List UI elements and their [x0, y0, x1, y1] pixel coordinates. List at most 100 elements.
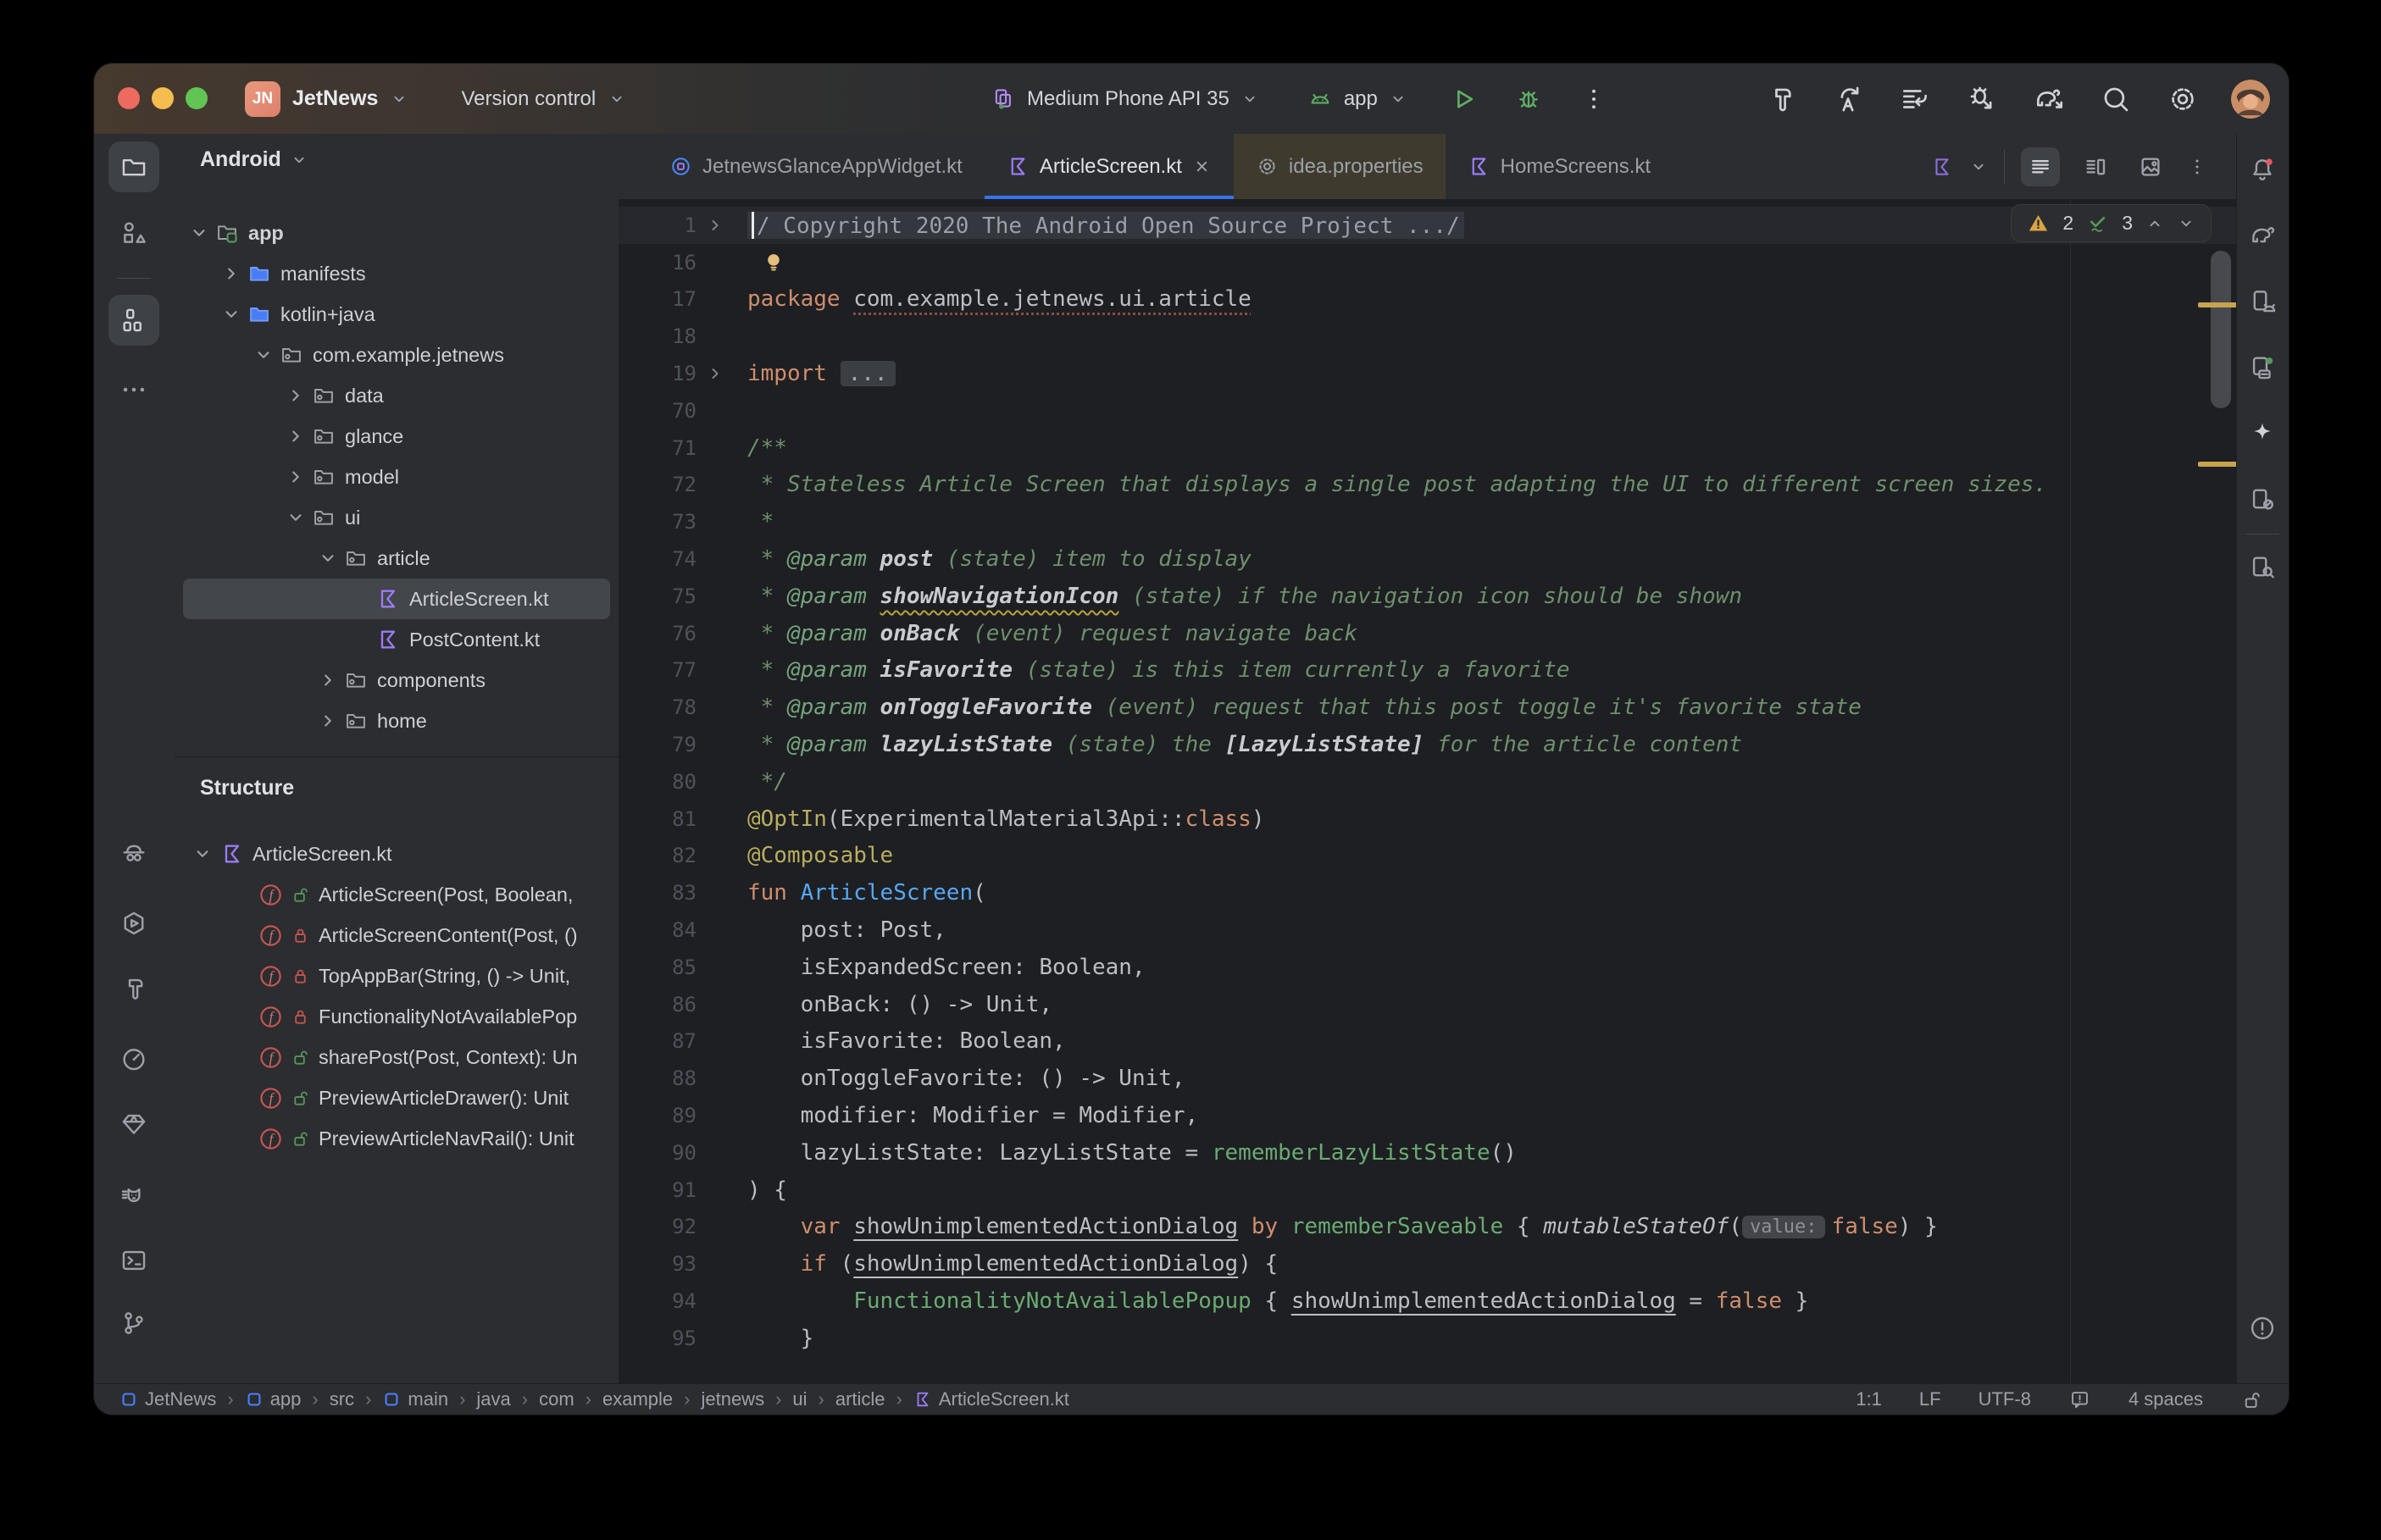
chevron-right-icon[interactable]	[317, 710, 339, 732]
line-number[interactable]: 89	[619, 1104, 697, 1127]
line-number[interactable]: 81	[619, 807, 697, 831]
chevron-down-icon[interactable]	[317, 547, 339, 569]
line-number[interactable]: 92	[619, 1215, 697, 1238]
file-encoding[interactable]: UTF-8	[1979, 1388, 2031, 1410]
version-control-menu[interactable]: Version control	[461, 87, 596, 111]
line-separator[interactable]: LF	[1919, 1388, 1941, 1410]
previous-problem-button[interactable]	[2145, 214, 2164, 233]
panel-divider[interactable]	[175, 756, 619, 757]
problems-button[interactable]	[2237, 1303, 2288, 1354]
tab-HomeScreens.kt[interactable]: HomeScreens.kt	[1446, 134, 1673, 199]
line-number[interactable]: 91	[619, 1178, 697, 1202]
fold-chevron-icon[interactable]	[705, 363, 725, 384]
logcat-tool-button[interactable]	[108, 1171, 159, 1221]
tree-item-manifests[interactable]: manifests	[175, 253, 619, 294]
hidden-tabs-dropdown[interactable]	[1969, 158, 1988, 176]
unlocked-icon[interactable]	[2240, 1388, 2263, 1411]
chevron-down-icon[interactable]	[220, 303, 242, 325]
chevron-down-icon[interactable]	[191, 843, 214, 865]
line-number[interactable]: 18	[619, 324, 697, 348]
breadcrumb-app[interactable]: app	[245, 1388, 302, 1410]
notifications-button[interactable]	[2237, 144, 2288, 195]
tree-item-kotlin+java[interactable]: kotlin+java	[175, 294, 619, 335]
line-number[interactable]: 85	[619, 956, 697, 979]
warning-stripe-mark[interactable]	[2198, 462, 2237, 467]
structure-item[interactable]: fTopAppBar(String, () -> Unit,	[175, 956, 619, 996]
chevron-right-icon[interactable]	[317, 669, 339, 691]
maximize-window-button[interactable]	[186, 87, 208, 109]
line-number[interactable]: 86	[619, 993, 697, 1017]
gemini-button[interactable]	[2237, 408, 2288, 459]
gradle-sync-button[interactable]	[2033, 83, 2065, 115]
apply-changes-button[interactable]	[1832, 83, 1864, 115]
search-everywhere-button[interactable]	[2100, 83, 2132, 115]
tab-ArticleScreen.kt[interactable]: ArticleScreen.kt	[985, 134, 1234, 199]
project-name-menu[interactable]: JetNews	[292, 86, 378, 111]
design-view-button[interactable]	[2131, 147, 2170, 186]
attach-debugger-button[interactable]	[1966, 83, 1998, 115]
line-number[interactable]: 74	[619, 547, 697, 571]
structure-tool-button[interactable]	[108, 295, 159, 346]
terminal-tool-button[interactable]	[108, 1235, 159, 1286]
breadcrumb-main[interactable]: main	[382, 1388, 448, 1410]
line-number[interactable]: 16	[619, 251, 697, 274]
split-view-button[interactable]	[2076, 147, 2115, 186]
breadcrumb-src[interactable]: src	[330, 1388, 354, 1410]
line-number[interactable]: 77	[619, 658, 697, 682]
apply-code-changes-button[interactable]	[1899, 83, 1931, 115]
line-number[interactable]: 80	[619, 770, 697, 794]
user-avatar[interactable]	[2231, 80, 2270, 119]
intention-bulb-icon[interactable]	[761, 250, 786, 275]
code-view-button[interactable]	[2021, 147, 2060, 186]
chevron-right-icon[interactable]	[285, 466, 307, 488]
editor-scrollbar[interactable]	[2211, 251, 2231, 408]
breadcrumb-ui[interactable]: ui	[792, 1388, 807, 1410]
line-number[interactable]: 82	[619, 844, 697, 867]
chevron-down-icon[interactable]	[285, 507, 307, 529]
structure-root[interactable]: ArticleScreen.kt	[175, 834, 619, 874]
tree-item-ui[interactable]: ui	[175, 497, 619, 538]
minimize-window-button[interactable]	[152, 87, 174, 109]
next-problem-button[interactable]	[2177, 214, 2195, 233]
line-number[interactable]: 71	[619, 436, 697, 460]
line-number[interactable]: 76	[619, 622, 697, 645]
line-number[interactable]: 79	[619, 733, 697, 756]
line-number[interactable]: 73	[619, 510, 697, 534]
inspection-widget[interactable]: 2 3	[2011, 204, 2212, 242]
tree-item-components[interactable]: components	[175, 660, 619, 701]
fold-chevron-icon[interactable]	[705, 215, 725, 235]
breadcrumb-article[interactable]: article	[835, 1388, 885, 1410]
line-number[interactable]: 19	[619, 362, 697, 385]
line-number[interactable]: 90	[619, 1141, 697, 1165]
resource-manager-tool-button[interactable]	[108, 208, 159, 258]
breadcrumb-jetnews[interactable]: jetnews	[701, 1388, 764, 1410]
breadcrumb-java[interactable]: java	[476, 1388, 510, 1410]
tree-item-glance[interactable]: glance	[175, 416, 619, 457]
chevron-down-icon[interactable]	[253, 344, 275, 366]
chevron-down-icon[interactable]	[188, 222, 210, 244]
tree-item-home[interactable]: home	[175, 701, 619, 741]
line-number[interactable]: 87	[619, 1029, 697, 1053]
tree-item-data[interactable]: data	[175, 375, 619, 416]
settings-gear-button[interactable]	[2167, 83, 2199, 115]
line-number[interactable]: 84	[619, 918, 697, 942]
line-number[interactable]: 93	[619, 1252, 697, 1276]
line-number[interactable]: 72	[619, 473, 697, 496]
device-explorer-button[interactable]	[2237, 542, 2288, 593]
tree-item-app[interactable]: app	[175, 213, 619, 253]
breadcrumb-ArticleScreen.kt[interactable]: ArticleScreen.kt	[913, 1388, 1069, 1410]
breadcrumb-JetNews[interactable]: JetNews	[119, 1388, 216, 1410]
line-number[interactable]: 70	[619, 399, 697, 423]
run-configuration-selector[interactable]: app	[1344, 87, 1378, 111]
tab-idea.properties[interactable]: idea.properties	[1234, 134, 1446, 199]
close-icon[interactable]	[1192, 157, 1212, 176]
indent-config[interactable]: 4 spaces	[2128, 1388, 2203, 1410]
line-number[interactable]: 95	[619, 1327, 697, 1350]
project-view-selector[interactable]: Android	[200, 147, 281, 172]
breadcrumb-example[interactable]: example	[602, 1388, 673, 1410]
device-mirroring-button[interactable]	[2237, 474, 2288, 525]
code-editor[interactable]: 1/ Copyright 2020 The Android Open Sourc…	[619, 200, 2237, 1383]
more-actions-button[interactable]	[1579, 85, 1608, 114]
profiler-tool-button[interactable]	[108, 1033, 159, 1084]
structure-item[interactable]: fArticleScreenContent(Post, ()	[175, 915, 619, 956]
